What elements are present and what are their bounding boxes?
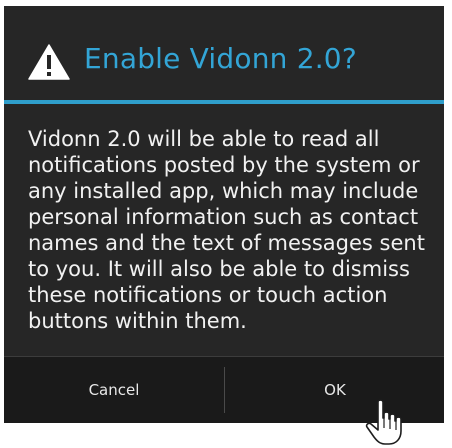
- permission-dialog: Enable Vidonn 2.0? Vidonn 2.0 will be ab…: [4, 6, 445, 423]
- dialog-title: Enable Vidonn 2.0?: [84, 42, 357, 75]
- message-line: names and the text of messages sent: [28, 231, 425, 255]
- message-line: to you. It will also be able to dismiss: [28, 257, 410, 281]
- message-line: notifications posted by the system or: [28, 153, 420, 177]
- cancel-button[interactable]: Cancel: [4, 357, 224, 423]
- message-line: any installed app, which may include: [28, 179, 419, 203]
- dialog-title-bar: Enable Vidonn 2.0?: [4, 6, 444, 96]
- warning-icon: [28, 44, 70, 80]
- message-line: buttons within them.: [28, 309, 247, 333]
- hand-pointer-icon: [365, 399, 402, 445]
- dialog-message: Vidonn 2.0 will be able to read all noti…: [28, 126, 438, 334]
- message-line: personal information such as contact: [28, 205, 419, 229]
- title-divider: [4, 100, 444, 104]
- message-line: Vidonn 2.0 will be able to read all: [28, 127, 380, 151]
- message-line: these notifications or touch action: [28, 283, 388, 307]
- ok-button[interactable]: OK: [225, 357, 445, 423]
